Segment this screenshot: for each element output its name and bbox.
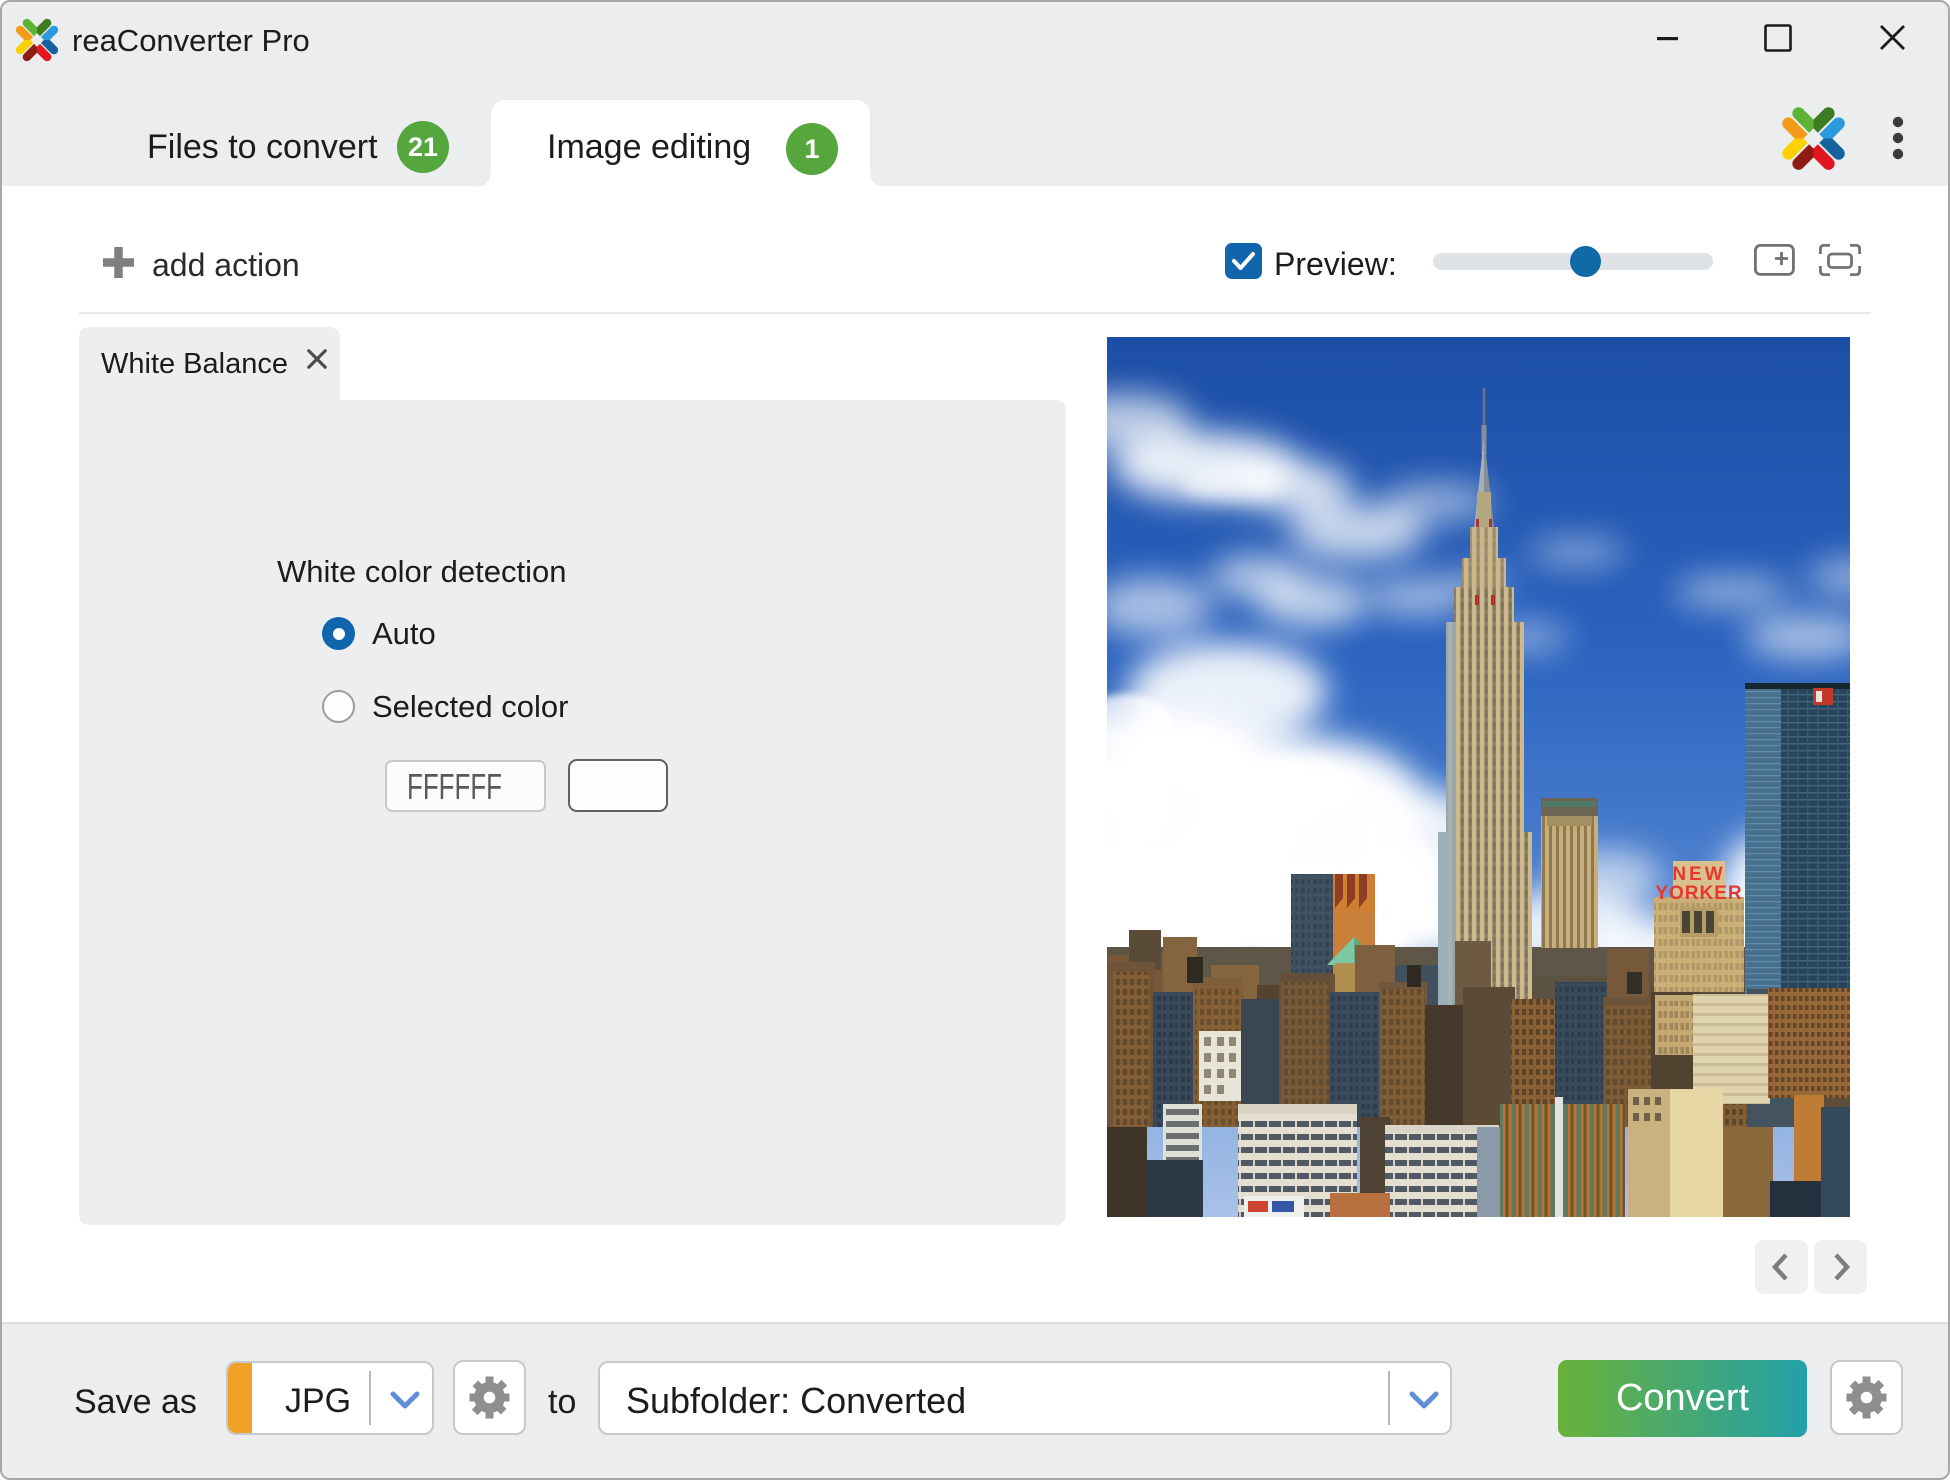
svg-text:YORKER: YORKER	[1655, 883, 1742, 904]
svg-text:NEW: NEW	[1672, 864, 1725, 885]
